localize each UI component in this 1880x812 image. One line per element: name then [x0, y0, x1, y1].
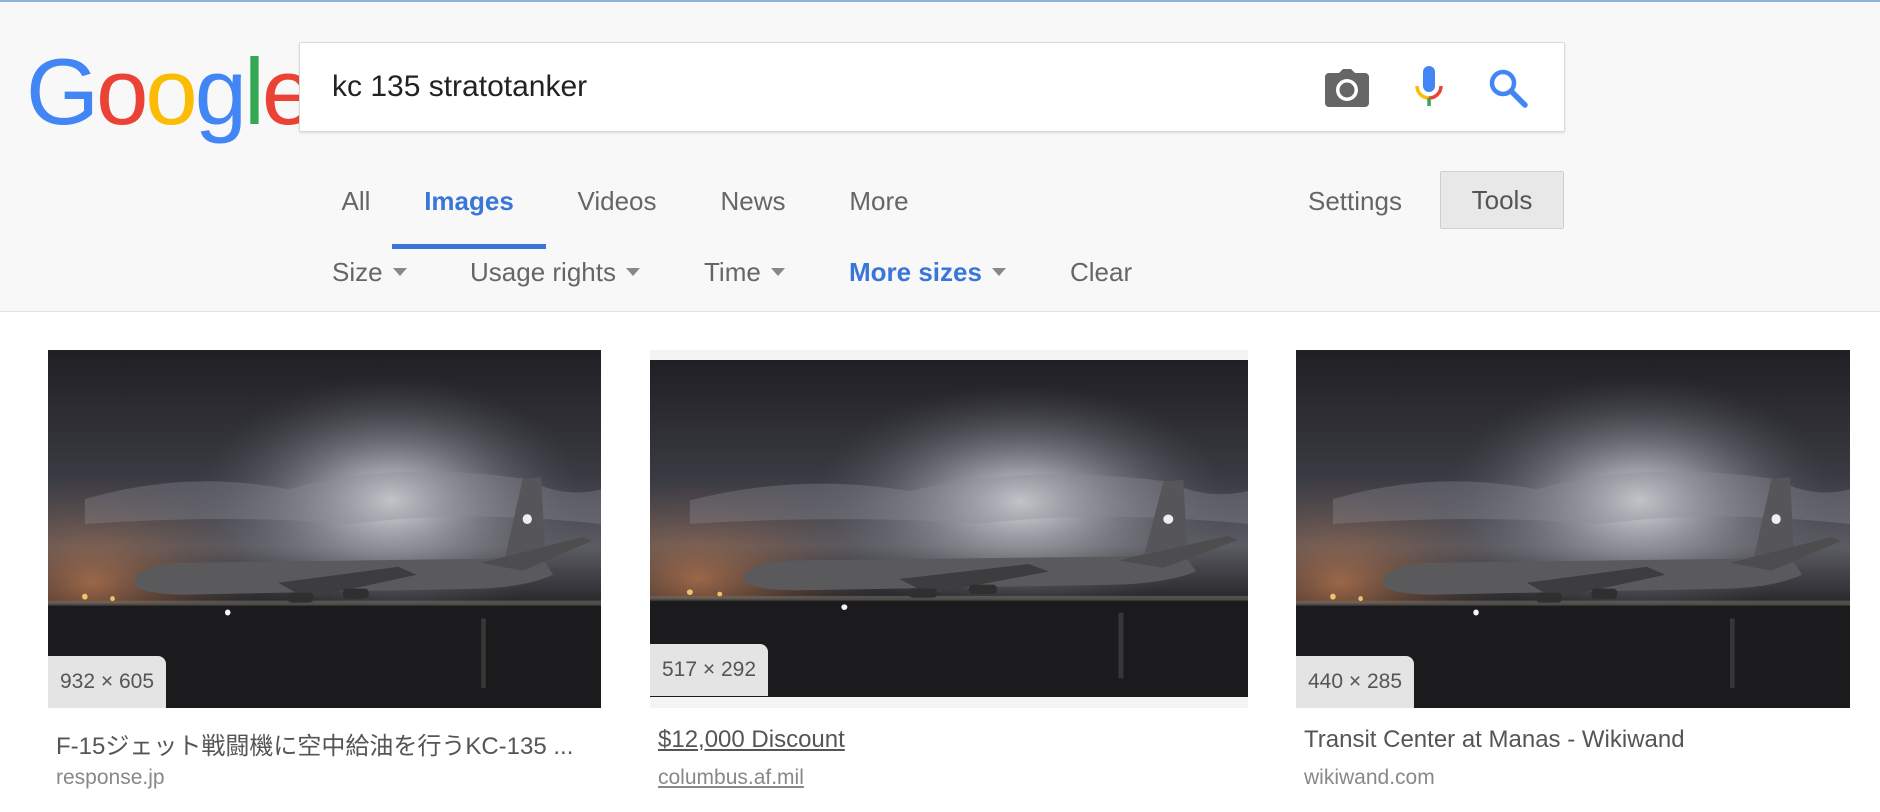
result-thumbnail[interactable]: 440 × 285 [1296, 350, 1850, 708]
search-icon[interactable] [1483, 63, 1533, 113]
tab-videos[interactable]: Videos [570, 168, 664, 244]
dimensions-badge: 440 × 285 [1296, 656, 1415, 708]
result-thumbnail[interactable]: 517 × 292 [650, 350, 1248, 708]
tab-more[interactable]: More [846, 168, 912, 244]
tool-label: More sizes [849, 257, 982, 287]
tab-news[interactable]: News [716, 168, 790, 244]
caret-down-icon [991, 268, 1006, 277]
result-source[interactable]: response.jp [56, 766, 165, 790]
dimensions-badge: 517 × 292 [650, 644, 769, 696]
result-title[interactable]: F-15ジェット戦闘機に空中給油を行うKC-135 ... [56, 726, 596, 761]
tab-images[interactable]: Images [392, 168, 546, 249]
search-input[interactable] [332, 65, 1272, 109]
tab-all[interactable]: All [330, 168, 382, 244]
tool-clear[interactable]: Clear [1070, 252, 1132, 292]
logo-letter: l [243, 39, 265, 144]
result-title[interactable]: Transit Center at Manas - Wikiwand [1304, 726, 1844, 754]
tools-button[interactable]: Tools [1440, 171, 1564, 229]
result-source[interactable]: columbus.af.mil [658, 766, 804, 790]
tool-usage-rights-dropdown[interactable]: Usage rights [470, 252, 640, 292]
caret-down-icon [625, 268, 640, 277]
tool-more-sizes-dropdown[interactable]: More sizes [849, 252, 1006, 292]
tool-label: Usage rights [470, 257, 616, 287]
result-source[interactable]: wikiwand.com [1304, 766, 1435, 790]
settings-link[interactable]: Settings [1308, 168, 1402, 234]
google-logo[interactable]: Google [26, 39, 314, 144]
camera-icon[interactable] [1322, 63, 1372, 113]
tool-time-dropdown[interactable]: Time [704, 252, 785, 292]
result-title[interactable]: $12,000 Discount [658, 726, 1198, 754]
result-image [48, 350, 601, 708]
dimensions-badge: 932 × 605 [48, 656, 167, 708]
tool-size-dropdown[interactable]: Size [332, 252, 407, 292]
caret-down-icon [392, 268, 407, 277]
result-image [1296, 350, 1850, 708]
logo-letter: g [194, 39, 247, 144]
result-thumbnail[interactable]: 932 × 605 [48, 350, 601, 708]
logo-letter: G [26, 39, 99, 144]
tool-label: Time [704, 257, 761, 287]
logo-letter: o [96, 39, 148, 144]
tool-label: Size [332, 257, 383, 287]
microphone-icon[interactable] [1404, 63, 1454, 113]
logo-letter: o [145, 39, 197, 144]
caret-down-icon [770, 268, 785, 277]
search-box [299, 42, 1565, 132]
